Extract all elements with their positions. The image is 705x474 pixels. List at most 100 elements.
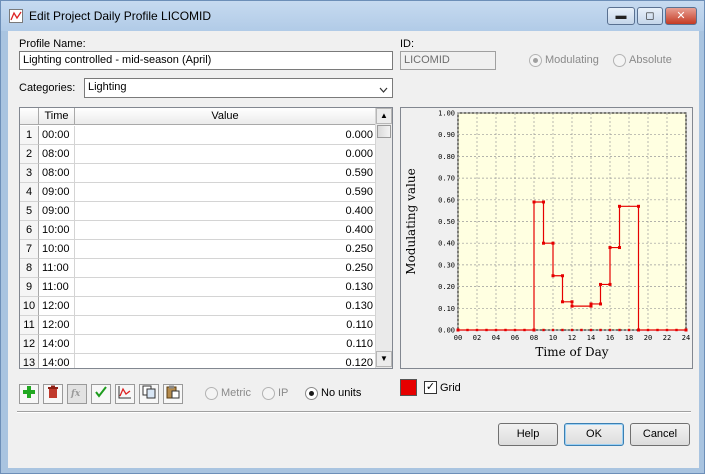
time-cell[interactable]: 00:00 [39,126,75,145]
row-number[interactable]: 9 [20,278,39,297]
table-row[interactable]: 3 08:00 0.590 [20,164,376,183]
value-column-header[interactable]: Value [75,108,376,125]
table-row[interactable]: 4 09:00 0.590 [20,183,376,202]
paste-button[interactable] [163,384,183,404]
row-number[interactable]: 13 [20,354,39,368]
scroll-up-icon[interactable]: ▲ [376,108,392,124]
absolute-radio[interactable] [613,54,626,67]
value-cell[interactable]: 0.110 [75,316,376,335]
add-row-button[interactable] [19,384,39,404]
maximize-button[interactable]: ◻ [637,7,663,25]
row-number[interactable]: 11 [20,316,39,335]
time-cell[interactable]: 14:00 [39,335,75,354]
copy-button[interactable] [139,384,159,404]
row-number[interactable]: 12 [20,335,39,354]
row-number[interactable]: 7 [20,240,39,259]
time-cell[interactable]: 08:00 [39,145,75,164]
row-number[interactable]: 10 [20,297,39,316]
modulating-radio[interactable] [529,54,542,67]
data-point [618,204,621,208]
time-cell[interactable]: 11:00 [39,278,75,297]
ip-radio[interactable] [262,387,275,400]
data-point [542,200,545,204]
time-column-header[interactable]: Time [39,108,75,125]
maximize-icon: ◻ [645,10,655,22]
categories-select[interactable]: Lighting [84,78,393,98]
row-number[interactable]: 5 [20,202,39,221]
row-number[interactable]: 6 [20,221,39,240]
hour-marker [494,328,498,332]
table-row[interactable]: 9 11:00 0.130 [20,278,376,297]
x-tick-label: 20 [644,334,652,342]
metric-radio[interactable] [205,387,218,400]
no-units-radio[interactable] [305,387,318,400]
absolute-label: Absolute [629,54,672,66]
time-cell[interactable]: 12:00 [39,297,75,316]
id-input[interactable]: LICOMID [400,51,496,70]
close-button[interactable]: ✕ [665,7,697,25]
hour-marker [551,328,555,332]
check-profile-button[interactable] [91,384,111,404]
value-cell[interactable]: 0.590 [75,164,376,183]
cancel-button[interactable]: Cancel [630,423,690,446]
row-number[interactable]: 3 [20,164,39,183]
formula-icon: fx [70,389,81,399]
line-color-button[interactable] [400,379,417,396]
categories-value: Lighting [88,81,127,93]
minimize-button[interactable]: ▬ [607,7,635,25]
scroll-thumb[interactable] [377,125,391,138]
time-cell[interactable]: 08:00 [39,164,75,183]
time-cell[interactable]: 11:00 [39,259,75,278]
table-row[interactable]: 12 14:00 0.110 [20,335,376,354]
value-cell[interactable]: 0.400 [75,221,376,240]
table-row[interactable]: 10 12:00 0.130 [20,297,376,316]
value-cell[interactable]: 0.120 [75,354,376,368]
table-row[interactable]: 13 14:00 0.120 [20,354,376,368]
table-row[interactable]: 2 08:00 0.000 [20,145,376,164]
y-axis-label: Modulating value [404,168,418,274]
value-cell[interactable]: 0.250 [75,259,376,278]
data-point [599,302,602,306]
ok-button[interactable]: OK [564,423,624,446]
y-tick-label: 0.90 [438,131,455,139]
value-cell[interactable]: 0.000 [75,126,376,145]
value-cell[interactable]: 0.250 [75,240,376,259]
value-cell[interactable]: 0.400 [75,202,376,221]
table-row[interactable]: 6 10:00 0.400 [20,221,376,240]
value-cell[interactable]: 0.130 [75,278,376,297]
x-tick-label: 00 [454,334,462,342]
row-number[interactable]: 4 [20,183,39,202]
profile-name-input[interactable]: Lighting controlled - mid-season (April) [19,51,393,70]
table-row[interactable]: 11 12:00 0.110 [20,316,376,335]
formula-button[interactable]: fx [67,384,87,404]
value-cell[interactable]: 0.130 [75,297,376,316]
value-cell[interactable]: 0.590 [75,183,376,202]
time-cell[interactable]: 09:00 [39,183,75,202]
delete-row-button[interactable] [43,384,63,404]
time-cell[interactable]: 10:00 [39,221,75,240]
y-tick-label: 0.60 [438,196,455,204]
value-cell[interactable]: 0.110 [75,335,376,354]
time-cell[interactable]: 14:00 [39,354,75,368]
time-cell[interactable]: 10:00 [39,240,75,259]
value-cell[interactable]: 0.000 [75,145,376,164]
table-row[interactable]: 8 11:00 0.250 [20,259,376,278]
table-row[interactable]: 7 10:00 0.250 [20,240,376,259]
row-number[interactable]: 1 [20,126,39,145]
table-scrollbar[interactable]: ▲ ▼ [375,108,392,368]
time-cell[interactable]: 09:00 [39,202,75,221]
time-cell[interactable]: 12:00 [39,316,75,335]
grid-checkbox[interactable]: ✓ [424,381,437,394]
table-row[interactable]: 5 09:00 0.400 [20,202,376,221]
hour-marker [599,328,602,332]
data-point [570,300,574,304]
row-number[interactable]: 2 [20,145,39,164]
scroll-down-icon[interactable]: ▼ [376,351,392,367]
chart-button[interactable] [115,384,135,404]
row-number[interactable]: 8 [20,259,39,278]
table-row[interactable]: 1 00:00 0.000 [20,126,376,145]
profile-chart: 00 02 04 06 08 10 12 14 16 18 20 22 24 0.00 0.10 0.20 0.… [400,107,693,369]
data-point [637,204,640,208]
x-tick-label: 04 [492,334,500,342]
help-button[interactable]: Help [498,423,558,446]
